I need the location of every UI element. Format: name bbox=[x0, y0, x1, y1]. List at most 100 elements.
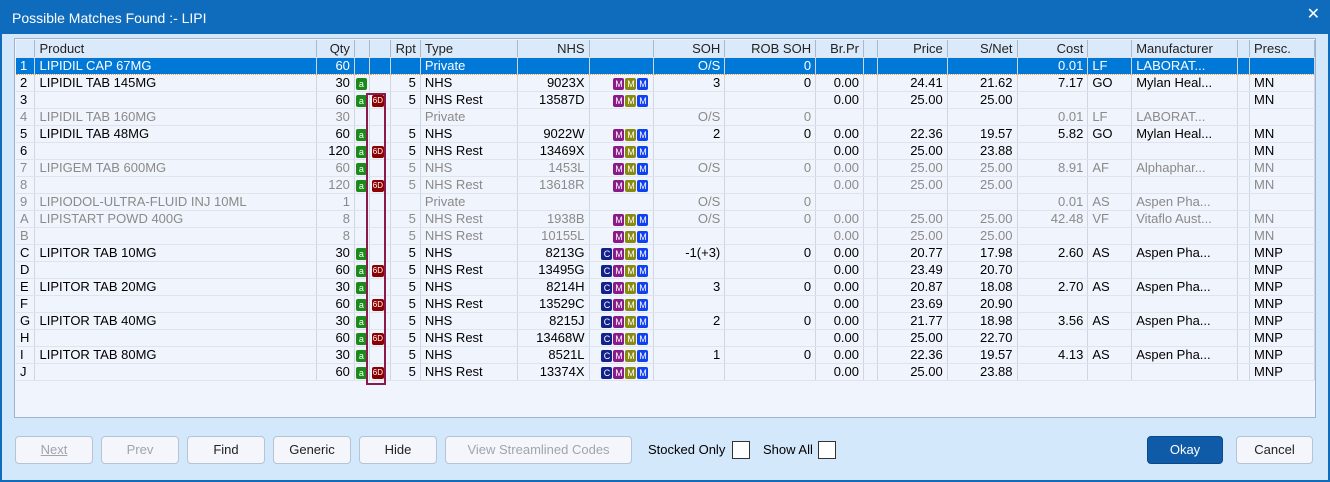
cell-mfr bbox=[1131, 295, 1239, 313]
m-badge-icon: M bbox=[625, 315, 637, 328]
table-row[interactable]: F 60 a 6D 5 NHS Rest 13529C C M M M 0.00 23.69 20.90 M… bbox=[16, 295, 1315, 313]
table-row[interactable]: 5 LIPIDIL TAB 48MG 60 a 5 NHS 9022W M M M 2 0 0.00 22… bbox=[16, 125, 1315, 143]
column-header[interactable]: Type bbox=[420, 40, 518, 58]
cell-brpr bbox=[815, 193, 865, 211]
cell-qty: 60 bbox=[316, 91, 355, 109]
cell-nhs: 13468W bbox=[517, 329, 590, 347]
title-bar: Possible Matches Found :- LIPI ✕ bbox=[0, 0, 1330, 34]
cell-presc bbox=[1249, 108, 1315, 126]
cell-cost: 5.82 bbox=[1017, 125, 1089, 143]
m-badge-icon: M bbox=[625, 145, 637, 158]
prev-button[interactable]: Prev bbox=[101, 436, 179, 464]
cell-qty: 8 bbox=[316, 210, 355, 228]
column-header[interactable] bbox=[1237, 40, 1251, 58]
find-button[interactable]: Find bbox=[187, 436, 265, 464]
column-header[interactable]: Cost bbox=[1017, 40, 1089, 58]
table-row[interactable]: 8 120 a 6D 5 NHS Rest 13618R M M M 0.00 25.00 25.00 M… bbox=[16, 176, 1315, 194]
table-row[interactable]: 1 LIPIDIL CAP 67MG 60 Private O/S 0 0.01 LF LABO… bbox=[16, 57, 1315, 75]
cell-id: 3 bbox=[16, 91, 36, 109]
table-row[interactable]: 7 LIPIGEM TAB 600MG 60 a 5 NHS 1453L M M M O/S 0 0.0… bbox=[16, 159, 1315, 177]
stocked-only-checkbox[interactable] bbox=[732, 441, 750, 459]
cell-presc: MNP bbox=[1249, 329, 1315, 347]
cell-price: 25.00 bbox=[877, 91, 948, 109]
cell-blank bbox=[863, 159, 878, 177]
table-row[interactable]: D 60 a 6D 5 NHS Rest 13495G C M M M 0.00 23.49 20.70 M… bbox=[16, 261, 1315, 279]
column-header[interactable]: NHS bbox=[517, 40, 590, 58]
6d-badge-icon: 6D bbox=[371, 264, 384, 277]
table-row[interactable]: C LIPITOR TAB 10MG 30 a 5 NHS 8213G C M M M -1(+3) 0… bbox=[16, 244, 1315, 262]
column-header[interactable] bbox=[16, 40, 36, 58]
cell-snet: 20.90 bbox=[947, 295, 1018, 313]
cell-code: AF bbox=[1087, 159, 1133, 177]
cancel-button[interactable]: Cancel bbox=[1236, 436, 1313, 464]
c-badge-icon: C bbox=[601, 315, 613, 328]
cell-presc bbox=[1249, 57, 1315, 75]
cell-product bbox=[34, 261, 317, 279]
c-badge-icon: C bbox=[601, 332, 613, 345]
column-header[interactable]: S/Net bbox=[947, 40, 1018, 58]
show-all-checkbox[interactable] bbox=[818, 441, 836, 459]
cell-blank bbox=[863, 176, 878, 194]
cell-product: LIPITOR TAB 80MG bbox=[34, 346, 317, 364]
cell-mfr bbox=[1131, 142, 1239, 160]
cell-brpr: 0.00 bbox=[815, 363, 865, 381]
cell-type: NHS Rest bbox=[420, 363, 518, 381]
table-row[interactable]: G LIPITOR TAB 40MG 30 a 5 NHS 8215J C M M M 2 0 0.00 2… bbox=[16, 312, 1315, 330]
cell-mfr bbox=[1131, 363, 1239, 381]
table-row[interactable]: A LIPISTART POWD 400G 8 5 NHS Rest 1938B M M M O/… bbox=[16, 210, 1315, 228]
table-row[interactable]: 6 120 a 6D 5 NHS Rest 13469X M M M 0.00 25.00 23.88 M… bbox=[16, 142, 1315, 160]
column-header[interactable] bbox=[863, 40, 878, 58]
cell-snet: 20.70 bbox=[947, 261, 1018, 279]
c-badge-icon: C bbox=[601, 298, 613, 311]
column-header[interactable]: Br.Pr bbox=[815, 40, 865, 58]
view-streamlined-codes-button[interactable]: View Streamlined Codes bbox=[445, 436, 632, 464]
cell-snet: 25.00 bbox=[947, 159, 1018, 177]
cell-sixd bbox=[369, 278, 391, 296]
cell-soh: 3 bbox=[653, 278, 726, 296]
column-header[interactable]: Qty bbox=[316, 40, 355, 58]
hide-button[interactable]: Hide bbox=[359, 436, 437, 464]
m-badge-icon: M bbox=[637, 179, 649, 192]
column-header[interactable] bbox=[369, 40, 391, 58]
table-row[interactable]: 9 LIPIODOL-ULTRA-FLUID INJ 10ML 1 Private O/… bbox=[16, 193, 1315, 211]
cell-soh bbox=[653, 227, 726, 245]
cell-id: F bbox=[16, 295, 36, 313]
cell-blank bbox=[863, 74, 878, 92]
generic-button[interactable]: Generic bbox=[273, 436, 351, 464]
table-row[interactable]: E LIPITOR TAB 20MG 30 a 5 NHS 8214H C M M M 3 0 0.00 2… bbox=[16, 278, 1315, 296]
cell-code: GO bbox=[1087, 125, 1133, 143]
table-row[interactable]: 3 60 a 6D 5 NHS Rest 13587D M M M 0.00 25.00 25.00 MN bbox=[16, 91, 1315, 109]
cell-price: 21.77 bbox=[877, 312, 948, 330]
column-header[interactable]: Presc. bbox=[1249, 40, 1315, 58]
next-button[interactable]: Next bbox=[15, 436, 93, 464]
cell-code: LF bbox=[1087, 57, 1133, 75]
column-header[interactable]: Price bbox=[877, 40, 948, 58]
table-row[interactable]: I LIPITOR TAB 80MG 30 a 5 NHS 8521L C M M M 1 0 0.00 2… bbox=[16, 346, 1315, 364]
cell-presc: MN bbox=[1249, 125, 1315, 143]
cell-nhs: 8214H bbox=[517, 278, 590, 296]
column-header[interactable]: Manufacturer bbox=[1131, 40, 1239, 58]
window-title: Possible Matches Found :- LIPI bbox=[12, 10, 207, 26]
column-header[interactable]: Product bbox=[34, 40, 317, 58]
cell-rpt: 5 bbox=[390, 159, 421, 177]
okay-button[interactable]: Okay bbox=[1147, 436, 1223, 464]
column-header[interactable]: Rpt bbox=[390, 40, 421, 58]
cell-price bbox=[877, 108, 948, 126]
cell-code: AS bbox=[1087, 244, 1133, 262]
matches-grid[interactable]: Product Qty Rpt Type NHS SOH ROB SOH Br.Pr Price… bbox=[14, 38, 1316, 418]
table-row[interactable]: B 8 5 NHS Rest 10155L M M M 0.00 25.00 25.00 MN bbox=[16, 227, 1315, 245]
cell-id: 8 bbox=[16, 176, 36, 194]
m-badge-icon: M bbox=[637, 162, 649, 175]
table-row[interactable]: 2 LIPIDIL TAB 145MG 30 a 5 NHS 9023X M M M 3 0 0.00 2… bbox=[16, 74, 1315, 92]
column-header[interactable] bbox=[354, 40, 370, 58]
column-header[interactable] bbox=[589, 40, 655, 58]
cell-snet bbox=[947, 108, 1018, 126]
table-row[interactable]: H 60 a 6D 5 NHS Rest 13468W C M M M 0.00 25.00 22.70 M… bbox=[16, 329, 1315, 347]
cell-soh: O/S bbox=[653, 193, 726, 211]
column-header[interactable]: ROB SOH bbox=[724, 40, 817, 58]
column-header[interactable] bbox=[1087, 40, 1133, 58]
column-header[interactable]: SOH bbox=[653, 40, 726, 58]
close-icon[interactable]: ✕ bbox=[1307, 4, 1320, 24]
table-row[interactable]: J 60 a 6D 5 NHS Rest 13374X C M M M 0.00 25.00 23.88 M… bbox=[16, 363, 1315, 381]
table-row[interactable]: 4 LIPIDIL TAB 160MG 30 Private O/S 0 0.01 LF LAB… bbox=[16, 108, 1315, 126]
